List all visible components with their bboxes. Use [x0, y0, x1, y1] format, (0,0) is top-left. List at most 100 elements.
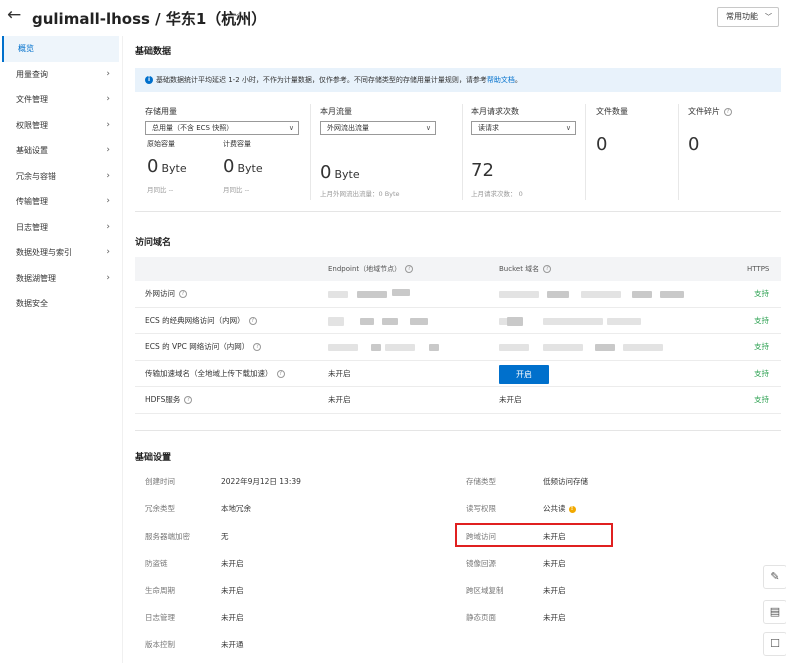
hdfs-bucket-status: 未开启 — [499, 395, 522, 404]
setting-key: 日志管理 — [145, 613, 175, 622]
redacted-endpoint — [328, 344, 358, 351]
row-name: ECS 的 VPC 网络访问（内网）? — [145, 334, 262, 360]
https-support: 支持 — [754, 315, 769, 325]
common-functions-button[interactable]: 常用功能 ﹀ — [717, 7, 779, 27]
help-icon[interactable]: ? — [248, 316, 257, 325]
sidebar-item-logs[interactable]: 日志管理 › — [0, 215, 122, 241]
fragments-stat: 文件碎片? 0 — [688, 100, 778, 204]
sidebar-item-label: 用量查询 — [16, 69, 48, 79]
setting-key: 冗余类型 — [145, 504, 175, 513]
notice-text: 基础数据统计平均延迟 1-2 小时，不作为计量数据，仅作参考。不同存储类型的存储… — [156, 76, 487, 84]
storage-select[interactable]: 总用量（不含 ECS 快照） ∨ — [145, 121, 299, 135]
help-doc-link[interactable]: 帮助文档 — [487, 76, 515, 84]
https-support: 支持 — [754, 395, 769, 404]
divider — [678, 104, 679, 200]
fragments-label-wrap: 文件碎片? — [688, 106, 732, 117]
back-arrow-icon[interactable]: ← — [7, 5, 21, 25]
setting-value: 未开通 — [221, 640, 244, 649]
chevron-down-icon: ∨ — [288, 124, 294, 132]
sidebar-item-label: 数据湖管理 — [16, 273, 56, 283]
raw-capacity-value: 0 Byte — [147, 156, 187, 177]
chevron-right-icon: › — [106, 145, 110, 155]
help-icon[interactable]: ? — [724, 107, 732, 116]
chevron-right-icon: › — [106, 221, 110, 232]
setting-key: 存储类型 — [466, 477, 496, 486]
traffic-select[interactable]: 外网流出流量 ∨ — [320, 121, 436, 135]
table-row: 传输加速域名（全地域上传下载加速）? 未开启 开启 支持 — [135, 361, 781, 387]
setting-key: 版本控制 — [145, 640, 175, 649]
redacted-bucket — [499, 344, 529, 351]
setting-key: 镜像回源 — [466, 559, 496, 568]
sidebar-item-label: 传输管理 — [16, 197, 48, 206]
sidebar-item-redundancy[interactable]: 冗余与容错 › — [0, 164, 122, 190]
warning-icon: ! — [568, 505, 576, 513]
help-icon[interactable]: ? — [276, 369, 285, 378]
highlight-box — [455, 523, 613, 547]
setting-value: 本地冗余 — [221, 504, 251, 513]
table-row: 外网访问? 支持 — [135, 281, 781, 308]
sidebar-divider — [122, 36, 123, 663]
sidebar-item-usage[interactable]: 用量查询 › — [0, 62, 122, 88]
setting-value: 未开启 — [221, 559, 244, 568]
row-name-label: 传输加速域名（全地域上传下载加速） — [145, 368, 273, 378]
divider — [462, 104, 463, 200]
chevron-down-icon[interactable]: ﹀ — [231, 9, 241, 24]
redacted-endpoint — [392, 289, 410, 296]
sidebar-item-data-processing[interactable]: 数据处理与索引 › — [0, 240, 122, 266]
sidebar-item-transfer[interactable]: 传输管理 › — [0, 189, 122, 215]
redacted-bucket — [507, 316, 523, 326]
page-header: ← gulimall-lhoss / 华东1（杭州） ﹀ 常用功能 ﹀ — [0, 0, 786, 36]
sidebar-item-label: 数据安全 — [16, 299, 48, 308]
redacted-endpoint — [328, 316, 344, 326]
setting-value: 2022年9月12日 13:39 — [221, 477, 301, 486]
sidebar-item-overview[interactable]: 概览 — [2, 36, 119, 62]
redacted-endpoint — [357, 291, 387, 298]
sidebar-item-label: 权限管理 — [16, 120, 48, 130]
help-icon[interactable]: ? — [543, 265, 552, 273]
billed-capacity-label: 计费容量 — [223, 140, 251, 148]
help-icon[interactable]: ? — [179, 290, 187, 298]
row-name-label: ECS 的 VPC 网络访问（内网） — [145, 342, 250, 351]
redacted-bucket — [547, 291, 569, 298]
billed-yoy: 月同比 -- — [223, 186, 250, 194]
setting-value: 低频访问存储 — [543, 477, 588, 486]
setting-key: 服务器端加密 — [145, 532, 190, 541]
table-row: ECS 的经典网络访问（内网）? 支持 — [135, 308, 781, 334]
redacted-endpoint — [371, 344, 381, 351]
sidebar-item-files[interactable]: 文件管理 › — [0, 87, 122, 113]
hdfs-endpoint-status: 未开启 — [328, 395, 351, 404]
traffic-number: 0 — [320, 162, 332, 183]
chevron-right-icon: › — [106, 94, 110, 104]
traffic-last-month: 上月外网流出流量：0 Byte — [320, 190, 400, 198]
sidebar-item-permissions[interactable]: 权限管理 › — [0, 113, 122, 139]
chevron-right-icon: › — [106, 272, 110, 283]
book-icon[interactable]: ▤ — [763, 600, 786, 624]
help-icon[interactable]: ? — [184, 396, 193, 404]
chevron-down-icon: ∨ — [565, 124, 571, 132]
edit-icon[interactable]: ✎ — [763, 565, 786, 589]
file-count-stat: 文件数量 0 — [596, 100, 676, 204]
chevron-right-icon: › — [106, 68, 110, 79]
enable-acceleration-button[interactable]: 开启 — [499, 364, 549, 384]
sidebar-item-basic-settings[interactable]: 基础设置 › — [0, 138, 122, 164]
basic-settings-title: 基础设置 — [135, 453, 172, 463]
sidebar-item-data-lake[interactable]: 数据湖管理 › — [0, 266, 122, 292]
sidebar-item-data-security[interactable]: 数据安全 — [0, 291, 122, 317]
https-header: HTTPS — [747, 265, 770, 273]
redacted-endpoint — [429, 344, 439, 351]
help-icon[interactable]: ? — [405, 265, 414, 273]
endpoint-header-label: Endpoint（地域节点） — [328, 265, 402, 273]
row-name: ECS 的经典网络访问（内网）? — [145, 308, 257, 334]
help-icon[interactable]: ? — [253, 343, 262, 351]
storage-stat: 存储用量 总用量（不含 ECS 快照） ∨ 原始容量 计费容量 0 Byte 0 By… — [145, 100, 310, 204]
endpoint-header: Endpoint（地域节点）? — [328, 257, 414, 281]
requests-select[interactable]: 读请求 ∨ — [471, 121, 576, 135]
chevron-down-icon: ∨ — [425, 124, 431, 132]
table-row: HDFS服务? 未开启 未开启 支持 — [135, 387, 781, 414]
chat-icon[interactable]: ☐ — [763, 632, 786, 656]
setting-key: 跨区域复制 — [466, 586, 504, 595]
setting-key: 防盗链 — [145, 559, 168, 568]
redacted-endpoint — [385, 344, 415, 351]
notice-end: 。 — [514, 76, 522, 84]
row-name-label: 外网访问 — [145, 289, 175, 298]
